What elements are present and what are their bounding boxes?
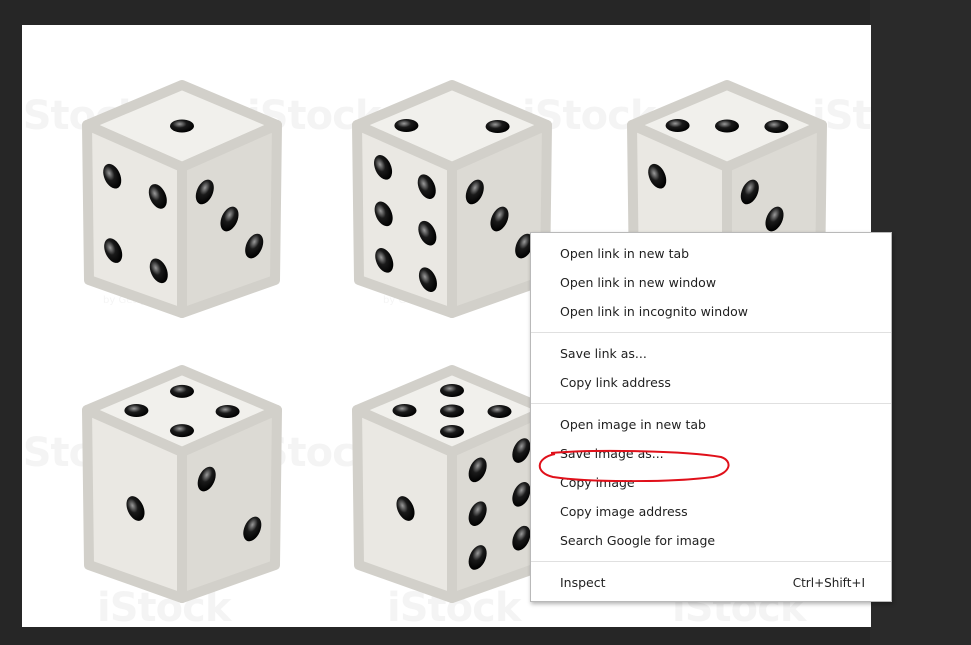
menu-item-label: Search Google for image (560, 533, 716, 548)
die-pip (487, 405, 512, 418)
context-menu: Open link in new tab Open link in new win… (530, 232, 892, 602)
die-pip (665, 118, 690, 132)
die-pip (170, 424, 194, 438)
menu-separator (531, 403, 891, 404)
die-pip (392, 404, 417, 417)
die-pip (764, 120, 789, 134)
menu-separator (531, 561, 891, 562)
menu-item-label: Open link in incognito window (560, 304, 749, 319)
menu-item-label: Open link in new window (560, 275, 717, 290)
menu-item-copy-image[interactable]: Copy image (531, 468, 891, 497)
menu-item-label: Inspect (560, 575, 606, 590)
menu-item-open-link-in-incognito-window[interactable]: Open link in incognito window (531, 297, 891, 326)
menu-item-inspect[interactable]: Inspect Ctrl+Shift+I (531, 568, 891, 597)
menu-item-save-image-as[interactable]: Save image as... (531, 439, 891, 468)
die-pip (440, 384, 464, 397)
die-pip (215, 404, 240, 418)
menu-item-copy-link-address[interactable]: Copy link address (531, 368, 891, 397)
menu-item-open-link-in-new-tab[interactable]: Open link in new tab (531, 239, 891, 268)
menu-item-open-link-in-new-window[interactable]: Open link in new window (531, 268, 891, 297)
menu-item-label: Open image in new tab (560, 417, 706, 432)
die-pip (394, 119, 419, 133)
die-pip (715, 119, 739, 133)
menu-item-label: Save link as... (560, 346, 647, 361)
menu-item-copy-image-address[interactable]: Copy image address (531, 497, 891, 526)
die-pip (170, 384, 194, 398)
menu-item-label: Save image as... (560, 446, 664, 461)
die-pip (440, 425, 464, 438)
menu-item-label: Copy link address (560, 375, 671, 390)
menu-item-label: Open link in new tab (560, 246, 690, 261)
die-1 (62, 75, 302, 318)
menu-item-label: Copy image (560, 475, 635, 490)
die-pip (124, 404, 149, 418)
menu-item-search-google-for-image[interactable]: Search Google for image (531, 526, 891, 555)
menu-item-label: Copy image address (560, 504, 688, 519)
menu-item-shortcut: Ctrl+Shift+I (792, 575, 865, 590)
die-4 (62, 360, 302, 603)
die-pip (485, 119, 510, 133)
menu-item-save-link-as[interactable]: Save link as... (531, 339, 891, 368)
menu-separator (531, 332, 891, 333)
menu-item-open-image-in-new-tab[interactable]: Open image in new tab (531, 410, 891, 439)
die-pip (440, 404, 464, 418)
die-pip (170, 119, 194, 133)
